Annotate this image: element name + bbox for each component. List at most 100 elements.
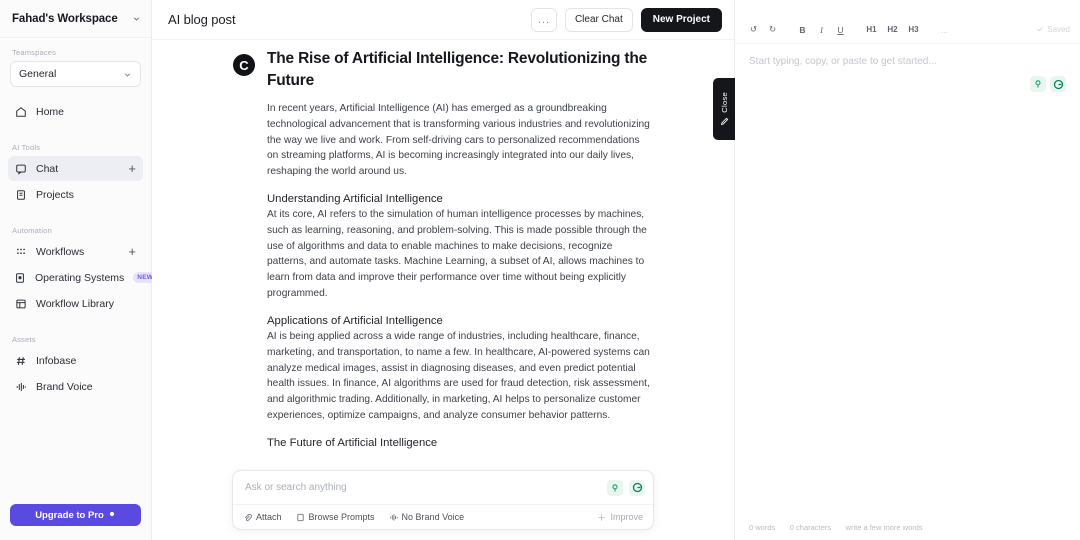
page-title: AI blog post <box>168 12 523 27</box>
sidebar-item-label: Projects <box>36 189 137 201</box>
sidebar-item-operating-systems[interactable]: Operating Systems NEW <box>8 265 143 290</box>
sidebar-item-workflows[interactable]: Workflows + <box>8 239 143 264</box>
home-icon <box>14 105 27 118</box>
improve-label: Improve <box>610 512 643 522</box>
pin-idea-icon[interactable] <box>607 480 623 496</box>
sidebar-item-home[interactable]: Home <box>8 99 143 124</box>
editor-canvas[interactable]: Start typing, copy, or paste to get star… <box>735 44 1080 514</box>
word-count: 0 words <box>749 523 775 532</box>
chevron-down-icon <box>123 70 132 79</box>
status-hint: write a few more words <box>846 523 923 532</box>
projects-icon <box>14 188 27 201</box>
sidebar-item-label: Workflows <box>36 246 119 258</box>
upgrade-to-pro-button[interactable]: Upgrade to Pro <box>10 504 141 526</box>
heading-2-button[interactable]: H2 <box>883 21 902 38</box>
book-icon <box>296 513 305 522</box>
sidebar-item-label: Chat <box>36 163 119 175</box>
attach-button[interactable]: Attach <box>243 512 282 522</box>
sidebar-group-assets: Infobase Brand Voice <box>0 348 151 400</box>
workflow-library-icon <box>14 297 27 310</box>
teamspace-select[interactable]: General <box>10 61 141 87</box>
article-section-heading: The Future of Artificial Intelligence <box>267 437 653 449</box>
bold-button[interactable]: B <box>794 21 811 38</box>
underline-button[interactable]: U <box>832 21 849 38</box>
sidebar-item-infobase[interactable]: Infobase <box>8 348 143 373</box>
sidebar-item-projects[interactable]: Projects <box>8 182 143 207</box>
heading-1-button[interactable]: H1 <box>862 21 881 38</box>
status-separator: · <box>837 523 840 532</box>
article-title: The Rise of Artificial Intelligence: Rev… <box>267 48 653 93</box>
sparkle-icon <box>108 510 116 520</box>
editor-placeholder: Start typing, copy, or paste to get star… <box>749 56 1066 67</box>
italic-button[interactable]: I <box>813 21 830 38</box>
document-editor-panel: Close ↺ ↻ B I U H1 H2 H3 ... Saved <box>734 0 1080 540</box>
sidebar-group-ai-tools: Chat + Projects <box>0 156 151 208</box>
improve-button[interactable]: Improve <box>597 512 643 522</box>
sidebar-item-chat[interactable]: Chat + <box>8 156 143 181</box>
composer-toolbar: Attach Browse Prompts No Brand Voice <box>233 504 653 529</box>
close-tab-label: Close <box>720 92 729 113</box>
app-logo-icon[interactable] <box>1050 76 1066 92</box>
editor-floating-actions <box>1030 76 1066 92</box>
sidebar-group-automation: Workflows + Operating Systems NEW Workfl… <box>0 239 151 317</box>
article-section-body: AI is being applied across a wide range … <box>267 329 653 424</box>
waveform-icon <box>389 513 398 522</box>
composer-input-row[interactable]: Ask or search anything <box>233 471 653 504</box>
clear-chat-button[interactable]: Clear Chat <box>565 8 633 32</box>
avatar: C <box>233 54 255 76</box>
app-root: Fahad's Workspace Teamspaces General Hom… <box>0 0 1080 540</box>
app-logo-icon[interactable] <box>629 480 645 496</box>
redo-icon[interactable]: ↻ <box>764 21 781 38</box>
check-icon <box>1036 25 1044 35</box>
teamspace-selected-value: General <box>19 68 119 80</box>
teamspaces-label: Teamspaces <box>0 38 151 61</box>
workspace-switcher[interactable]: Fahad's Workspace <box>0 0 151 38</box>
new-workflow-plus-icon[interactable]: + <box>128 245 137 258</box>
sidebar-group-label-assets: Assets <box>0 325 151 348</box>
new-project-button[interactable]: New Project <box>641 8 722 32</box>
sparkle-icon <box>597 513 606 522</box>
sidebar-item-label: Infobase <box>36 355 137 367</box>
sidebar-group-label-ai-tools: AI Tools <box>0 133 151 156</box>
paperclip-icon <box>243 513 252 522</box>
pin-idea-icon[interactable] <box>1030 76 1046 92</box>
undo-icon[interactable]: ↺ <box>745 21 762 38</box>
chat-scroll-area[interactable]: C The Rise of Artificial Intelligence: R… <box>152 40 734 540</box>
brand-voice-selector[interactable]: No Brand Voice <box>389 512 465 522</box>
attach-label: Attach <box>256 512 282 522</box>
sidebar-item-workflow-library[interactable]: Workflow Library <box>8 291 143 316</box>
sidebar: Fahad's Workspace Teamspaces General Hom… <box>0 0 152 540</box>
topbar: AI blog post ... Clear Chat New Project <box>152 0 734 40</box>
composer-input[interactable]: Ask or search anything <box>245 482 601 493</box>
article-intro: In recent years, Artificial Intelligence… <box>267 101 653 180</box>
sidebar-item-label: Operating Systems <box>35 272 124 284</box>
heading-3-button[interactable]: H3 <box>904 21 923 38</box>
brand-voice-label: No Brand Voice <box>402 512 465 522</box>
chat-bubble-icon <box>14 162 27 175</box>
status-separator: · <box>781 523 784 532</box>
more-options-icon[interactable]: ... <box>936 21 953 38</box>
editor-status-bar: 0 words · 0 characters · write a few mor… <box>735 514 1080 540</box>
chevron-down-icon <box>132 14 141 23</box>
composer-area: Ask or search anything Attach <box>152 470 734 540</box>
sidebar-item-brand-voice[interactable]: Brand Voice <box>8 374 143 399</box>
browse-prompts-button[interactable]: Browse Prompts <box>296 512 375 522</box>
new-chat-plus-icon[interactable]: + <box>128 162 137 175</box>
workspace-name: Fahad's Workspace <box>12 13 128 25</box>
more-options-button[interactable]: ... <box>531 8 557 32</box>
chat-message: C The Rise of Artificial Intelligence: R… <box>233 40 653 540</box>
sidebar-item-label: Workflow Library <box>36 298 137 310</box>
pen-icon <box>720 117 729 126</box>
saved-label: Saved <box>1047 25 1070 34</box>
article-section-heading: Understanding Artificial Intelligence <box>267 193 653 205</box>
operating-systems-icon <box>14 271 26 284</box>
sidebar-primary-nav: Home <box>0 99 151 125</box>
article-section-body: At its core, AI refers to the simulation… <box>267 207 653 302</box>
sidebar-item-label: Brand Voice <box>36 381 137 393</box>
message-content: The Rise of Artificial Intelligence: Rev… <box>267 48 653 540</box>
waveform-icon <box>14 380 27 393</box>
composer: Ask or search anything Attach <box>232 470 654 530</box>
sidebar-group-label-automation: Automation <box>0 216 151 239</box>
upgrade-section: Upgrade to Pro <box>0 504 151 540</box>
close-editor-tab[interactable]: Close <box>713 78 735 140</box>
